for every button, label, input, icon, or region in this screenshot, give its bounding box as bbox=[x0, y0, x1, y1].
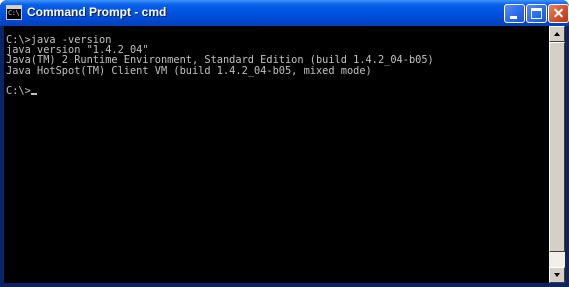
minimize-icon bbox=[510, 16, 517, 19]
maximize-icon bbox=[531, 8, 542, 19]
scroll-down-button[interactable] bbox=[549, 267, 565, 283]
prompt-text: C:\> bbox=[6, 84, 31, 97]
console-output[interactable]: C:\>java -version java version "1.4.2_04… bbox=[4, 26, 549, 283]
cmd-icon[interactable]: C:\ bbox=[6, 5, 22, 20]
console-line: Java HotSpot(TM) Client VM (build 1.4.2_… bbox=[6, 64, 372, 77]
title-bar[interactable]: C:\ Command Prompt - cmd bbox=[0, 0, 569, 26]
cmd-icon-text: C:\ bbox=[8, 9, 20, 17]
scroll-down-arrow-icon bbox=[554, 273, 560, 277]
prompt-line[interactable]: C:\> bbox=[6, 86, 549, 96]
close-icon bbox=[549, 5, 568, 22]
scroll-up-arrow-icon bbox=[554, 32, 560, 36]
close-button[interactable] bbox=[548, 4, 569, 23]
maximize-button[interactable] bbox=[526, 4, 547, 23]
window-title: Command Prompt - cmd bbox=[27, 5, 167, 19]
scroll-up-button[interactable] bbox=[549, 26, 565, 42]
console-client-area: C:\>java -version java version "1.4.2_04… bbox=[4, 26, 565, 283]
minimize-button[interactable] bbox=[504, 4, 525, 23]
vertical-scrollbar[interactable] bbox=[549, 26, 565, 283]
scroll-thumb[interactable] bbox=[549, 42, 565, 252]
text-cursor bbox=[30, 92, 37, 95]
command-prompt-window: C:\ Command Prompt - cmd C:\>java -versi… bbox=[0, 0, 569, 287]
